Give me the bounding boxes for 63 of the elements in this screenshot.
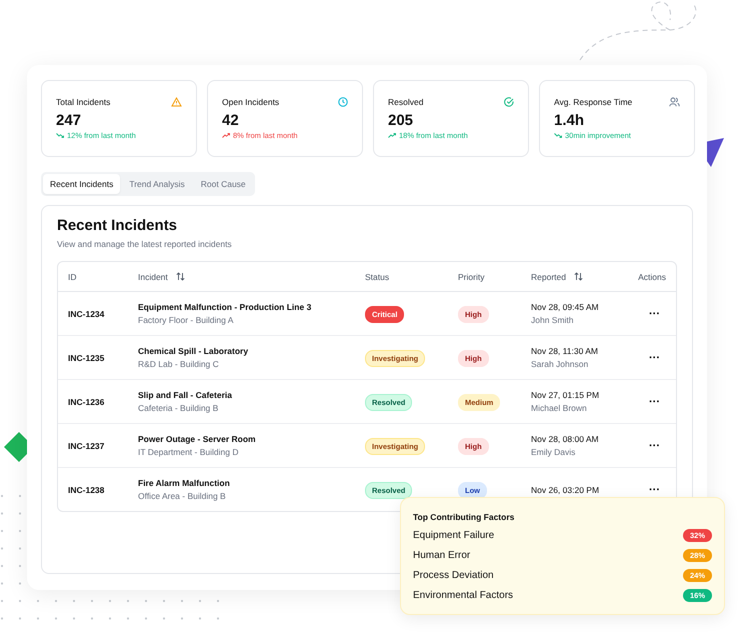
reported-time: Nov 26, 03:20 PM <box>531 484 600 494</box>
more-actions-button[interactable]: ··· <box>649 484 660 496</box>
more-actions-button[interactable]: ··· <box>649 396 660 408</box>
check-circle-icon <box>504 97 514 107</box>
reporter-name: John Smith <box>531 315 575 325</box>
stat-title: Open Incidents <box>222 97 280 107</box>
incident-location: R&D Lab - Building C <box>138 359 220 369</box>
tab[interactable]: Trend Analysis <box>122 174 192 194</box>
stat-title: Total Incidents <box>56 97 110 107</box>
column-header: Incident <box>138 272 168 282</box>
incident-id: INC-1235 <box>68 352 106 362</box>
factor-label: Human Error <box>413 550 470 561</box>
sort-icon[interactable] <box>574 272 583 281</box>
trend-down-icon <box>56 133 64 138</box>
factor-label: Process Deviation <box>413 570 494 581</box>
incident-id: INC-1234 <box>68 308 106 318</box>
reporter-name: Michael Brown <box>531 403 588 413</box>
incident-title: Equipment Malfunction - Production Line 3 <box>138 302 312 312</box>
incident-id: INC-1238 <box>68 484 106 494</box>
incident-location: Factory Floor - Building A <box>138 315 234 325</box>
column-header: Reported <box>531 272 566 282</box>
more-actions-button[interactable]: ··· <box>649 308 660 320</box>
reported-time: Nov 28, 11:30 AM <box>531 346 599 356</box>
reporter-name: Sarah Johnson <box>531 359 590 369</box>
incident-location: Office Area - Building B <box>138 491 227 501</box>
clock-icon <box>338 97 348 107</box>
factor-label: Environmental Factors <box>413 590 514 601</box>
incident-title: Power Outage - Server Room <box>138 434 257 444</box>
tab[interactable]: Recent Incidents <box>43 174 120 194</box>
stat-value: 42 <box>222 112 240 129</box>
more-actions-button[interactable]: ··· <box>649 352 660 364</box>
sort-icon[interactable] <box>176 272 185 281</box>
trend-up-icon <box>388 133 396 138</box>
stat-value: 1.4h <box>554 112 586 129</box>
incident-title: Fire Alarm Malfunction <box>138 478 231 488</box>
column-header: Actions <box>638 272 666 282</box>
reported-time: Nov 28, 09:45 AM <box>531 302 600 312</box>
trend-up-icon <box>222 133 230 138</box>
reporter-name: Emily Davis <box>531 447 576 457</box>
column-header: Priority <box>458 272 484 282</box>
stat-value: 247 <box>56 112 82 129</box>
factor-label: Equipment Failure <box>413 530 494 541</box>
reported-time: Nov 27, 01:15 PM <box>531 390 600 400</box>
panel-subtitle: View and manage the latest reported incidents <box>57 239 233 249</box>
stat-title: Resolved <box>388 97 424 107</box>
tab[interactable]: Root Cause <box>194 174 253 194</box>
warning-icon <box>171 97 182 107</box>
users-icon <box>669 97 680 107</box>
incident-location: Cafeteria - Building B <box>138 403 220 413</box>
stat-title: Avg. Response Time <box>554 97 632 107</box>
reported-time: Nov 28, 08:00 AM <box>531 434 600 444</box>
incident-location: IT Department - Building D <box>138 447 240 457</box>
factors-title: Top Contributing Factors <box>413 512 516 522</box>
column-header: ID <box>68 272 76 282</box>
more-actions-button[interactable]: ··· <box>649 440 660 452</box>
trend-down-icon <box>554 133 562 138</box>
incident-id: INC-1236 <box>68 396 106 406</box>
incident-title: Chemical Spill - Laboratory <box>138 346 250 356</box>
stat-value: 205 <box>388 112 414 129</box>
column-header: Status <box>365 272 390 282</box>
incident-title: Slip and Fall - Cafeteria <box>138 390 233 400</box>
panel-title: Recent Incidents <box>57 217 178 234</box>
incident-id: INC-1237 <box>68 440 106 450</box>
